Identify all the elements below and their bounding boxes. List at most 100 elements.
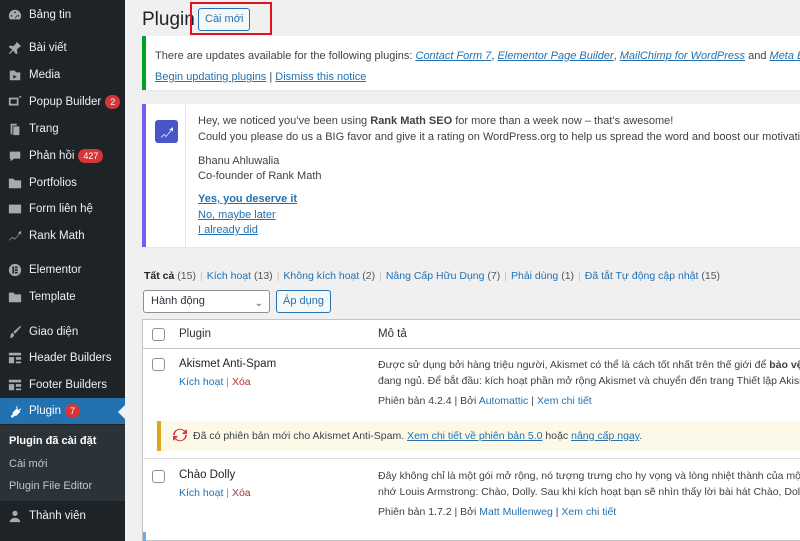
filter-auto-updates-disabled[interactable]: Đã tắt Tự động cập nhật (585, 270, 699, 282)
menu-label: Bảng tin (29, 9, 72, 21)
dismiss-notice-link[interactable]: Dismiss this notice (275, 71, 366, 83)
main-content: Plugin Cài mới There are updates availab… (125, 0, 800, 541)
bulk-action-select[interactable]: Hành động ⌄ (143, 290, 270, 313)
menu-template[interactable]: Template (0, 284, 125, 310)
rank-math-notice: Hey, we noticed you’ve been using Rank M… (142, 104, 800, 247)
separator: | (199, 270, 203, 282)
comments-icon (7, 148, 23, 164)
rate-already-link[interactable]: I already did (198, 224, 258, 236)
separator: | (223, 487, 232, 499)
row-checkbox[interactable] (152, 358, 165, 371)
plugin-link-elementor[interactable]: Elementor Page Builder (497, 50, 613, 62)
filter-all[interactable]: Tất cả (144, 270, 174, 282)
separator: | (528, 395, 537, 407)
plugin-description-1: Đây không chỉ là một gói mở rộng, nó tượ… (378, 470, 800, 482)
menu-comments[interactable]: Phản hồi 427 (0, 143, 125, 169)
view-version-details-link[interactable]: Xem chi tiết về phiên bản 5.0 (407, 430, 542, 442)
update-text: Đã có phiên bản mới cho Akismet Anti-Spa… (193, 430, 408, 442)
select-all-checkbox[interactable] (152, 328, 165, 341)
menu-pages[interactable]: Trang (0, 116, 125, 142)
author-link[interactable]: Matt Mullenweg (479, 506, 553, 518)
plugin-link-meta-box[interactable]: Meta Box (770, 50, 800, 62)
separator: | (266, 71, 276, 83)
delete-link[interactable]: Xóa (232, 376, 251, 388)
pages-icon (7, 121, 23, 137)
plugins-table: Plugin Mô tả Akismet Anti-Spam Kích hoạt… (142, 319, 800, 541)
menu-media[interactable]: Media (0, 62, 125, 88)
plugin-description-1: Được sử dụng bởi hàng triệu người, Akism… (378, 359, 800, 371)
plugin-link-mailchimp[interactable]: MailChimp for WordPress (620, 50, 745, 62)
menu-label: Rank Math (29, 230, 85, 242)
menu-label: Template (29, 291, 76, 303)
menu-dashboard[interactable]: Bảng tin (0, 2, 125, 28)
submenu-add-new[interactable]: Cài mới (9, 458, 47, 470)
and-text: and (745, 50, 770, 62)
menu-contact-form[interactable]: Form liên hệ (0, 196, 125, 222)
popup-icon (7, 94, 23, 110)
separator: | (223, 376, 232, 388)
menu-rank-math[interactable]: Rank Math (0, 223, 125, 249)
menu-label: Header Builders (29, 352, 112, 364)
chevron-down-icon: ⌄ (254, 298, 263, 309)
filter-must-use[interactable]: Phải dùng (511, 270, 558, 282)
separator: | (276, 270, 280, 282)
message-text: for more than a week now – that’s awesom… (452, 115, 674, 127)
description-bold: bảo vệ blo (769, 359, 800, 371)
author-name: Bhanu Ahluwalia (198, 155, 280, 167)
folder-icon (7, 289, 23, 305)
plugin-link-contact-form-7[interactable]: Contact Form 7 (416, 50, 492, 62)
filter-inactive[interactable]: Không kích hoạt (283, 270, 359, 282)
view-details-link[interactable]: Xem chi tiết (537, 395, 592, 407)
update-now-link[interactable]: nâng cấp ngay (571, 430, 639, 442)
notice-divider (185, 104, 186, 247)
menu-users[interactable]: Thành viên (0, 503, 125, 529)
mail-icon (7, 201, 23, 217)
menu-plugins[interactable]: Plugin 7 (0, 398, 125, 424)
filter-count: (2) (362, 270, 376, 282)
next-row-indicator (143, 532, 146, 541)
menu-label: Popup Builder (29, 96, 102, 108)
activate-link[interactable]: Kích hoạt (179, 487, 223, 499)
menu-posts[interactable]: Bài viết (0, 35, 125, 61)
message-product: Rank Math SEO (370, 115, 453, 127)
menu-elementor[interactable]: Elementor (0, 257, 125, 283)
menu-appearance[interactable]: Giao diện (0, 319, 125, 345)
menu-portfolios[interactable]: Portfolios (0, 170, 125, 196)
period-text: . (639, 430, 643, 442)
menu-label: Bài viết (29, 42, 67, 54)
filter-upgrade[interactable]: Nâng Cấp Hữu Dụng (386, 270, 485, 282)
plugin-name: Chào Dolly (179, 469, 236, 481)
separator: | (504, 270, 507, 282)
plugin-actions: Kích hoạt | Xóa (179, 487, 251, 499)
elementor-icon (7, 262, 23, 278)
row-checkbox[interactable] (152, 470, 165, 483)
plugin-version: Phiên bản 4.2.4 (378, 395, 452, 407)
plugin-actions: Kích hoạt | Xóa (179, 376, 251, 388)
filter-count: (13) (254, 270, 273, 282)
apply-button[interactable]: Áp dụng (276, 290, 331, 313)
dashboard-icon (7, 7, 23, 23)
rate-later-link[interactable]: No, maybe later (198, 209, 276, 221)
plugin-meta: Phiên bản 1.7.2 | Bởi Matt Mullenweg | X… (378, 506, 616, 518)
author-link[interactable]: Automattic (479, 395, 529, 407)
submenu-installed-plugins[interactable]: Plugin đã cài đặt (9, 435, 96, 447)
menu-footer-builders[interactable]: Footer Builders (0, 372, 125, 398)
view-details-link[interactable]: Xem chi tiết (561, 506, 616, 518)
rank-math-message-2: Could you please do us a BIG favor and g… (198, 131, 800, 143)
menu-header-builders[interactable]: Header Builders (0, 345, 125, 371)
author-role: Co-founder of Rank Math (198, 170, 322, 182)
filter-count: (1) (561, 270, 575, 282)
menu-label: Trang (29, 123, 59, 135)
menu-label: Plugin (29, 405, 61, 417)
delete-link[interactable]: Xóa (232, 487, 251, 499)
begin-updating-link[interactable]: Begin updating plugins (155, 71, 266, 83)
submenu-plugin-file-editor[interactable]: Plugin File Editor (9, 480, 92, 492)
activate-link[interactable]: Kích hoạt (179, 376, 223, 388)
plugin-update-notice: There are updates available for the foll… (142, 36, 800, 90)
by-text: | Bởi (451, 395, 479, 407)
filter-active[interactable]: Kích hoạt (207, 270, 251, 282)
rate-yes-link[interactable]: Yes, you deserve it (198, 193, 297, 205)
menu-popup-builder[interactable]: Popup Builder 2 (0, 89, 125, 115)
highlight-box (190, 2, 272, 35)
plugin-version: Phiên bản 1.7.2 (378, 506, 452, 518)
